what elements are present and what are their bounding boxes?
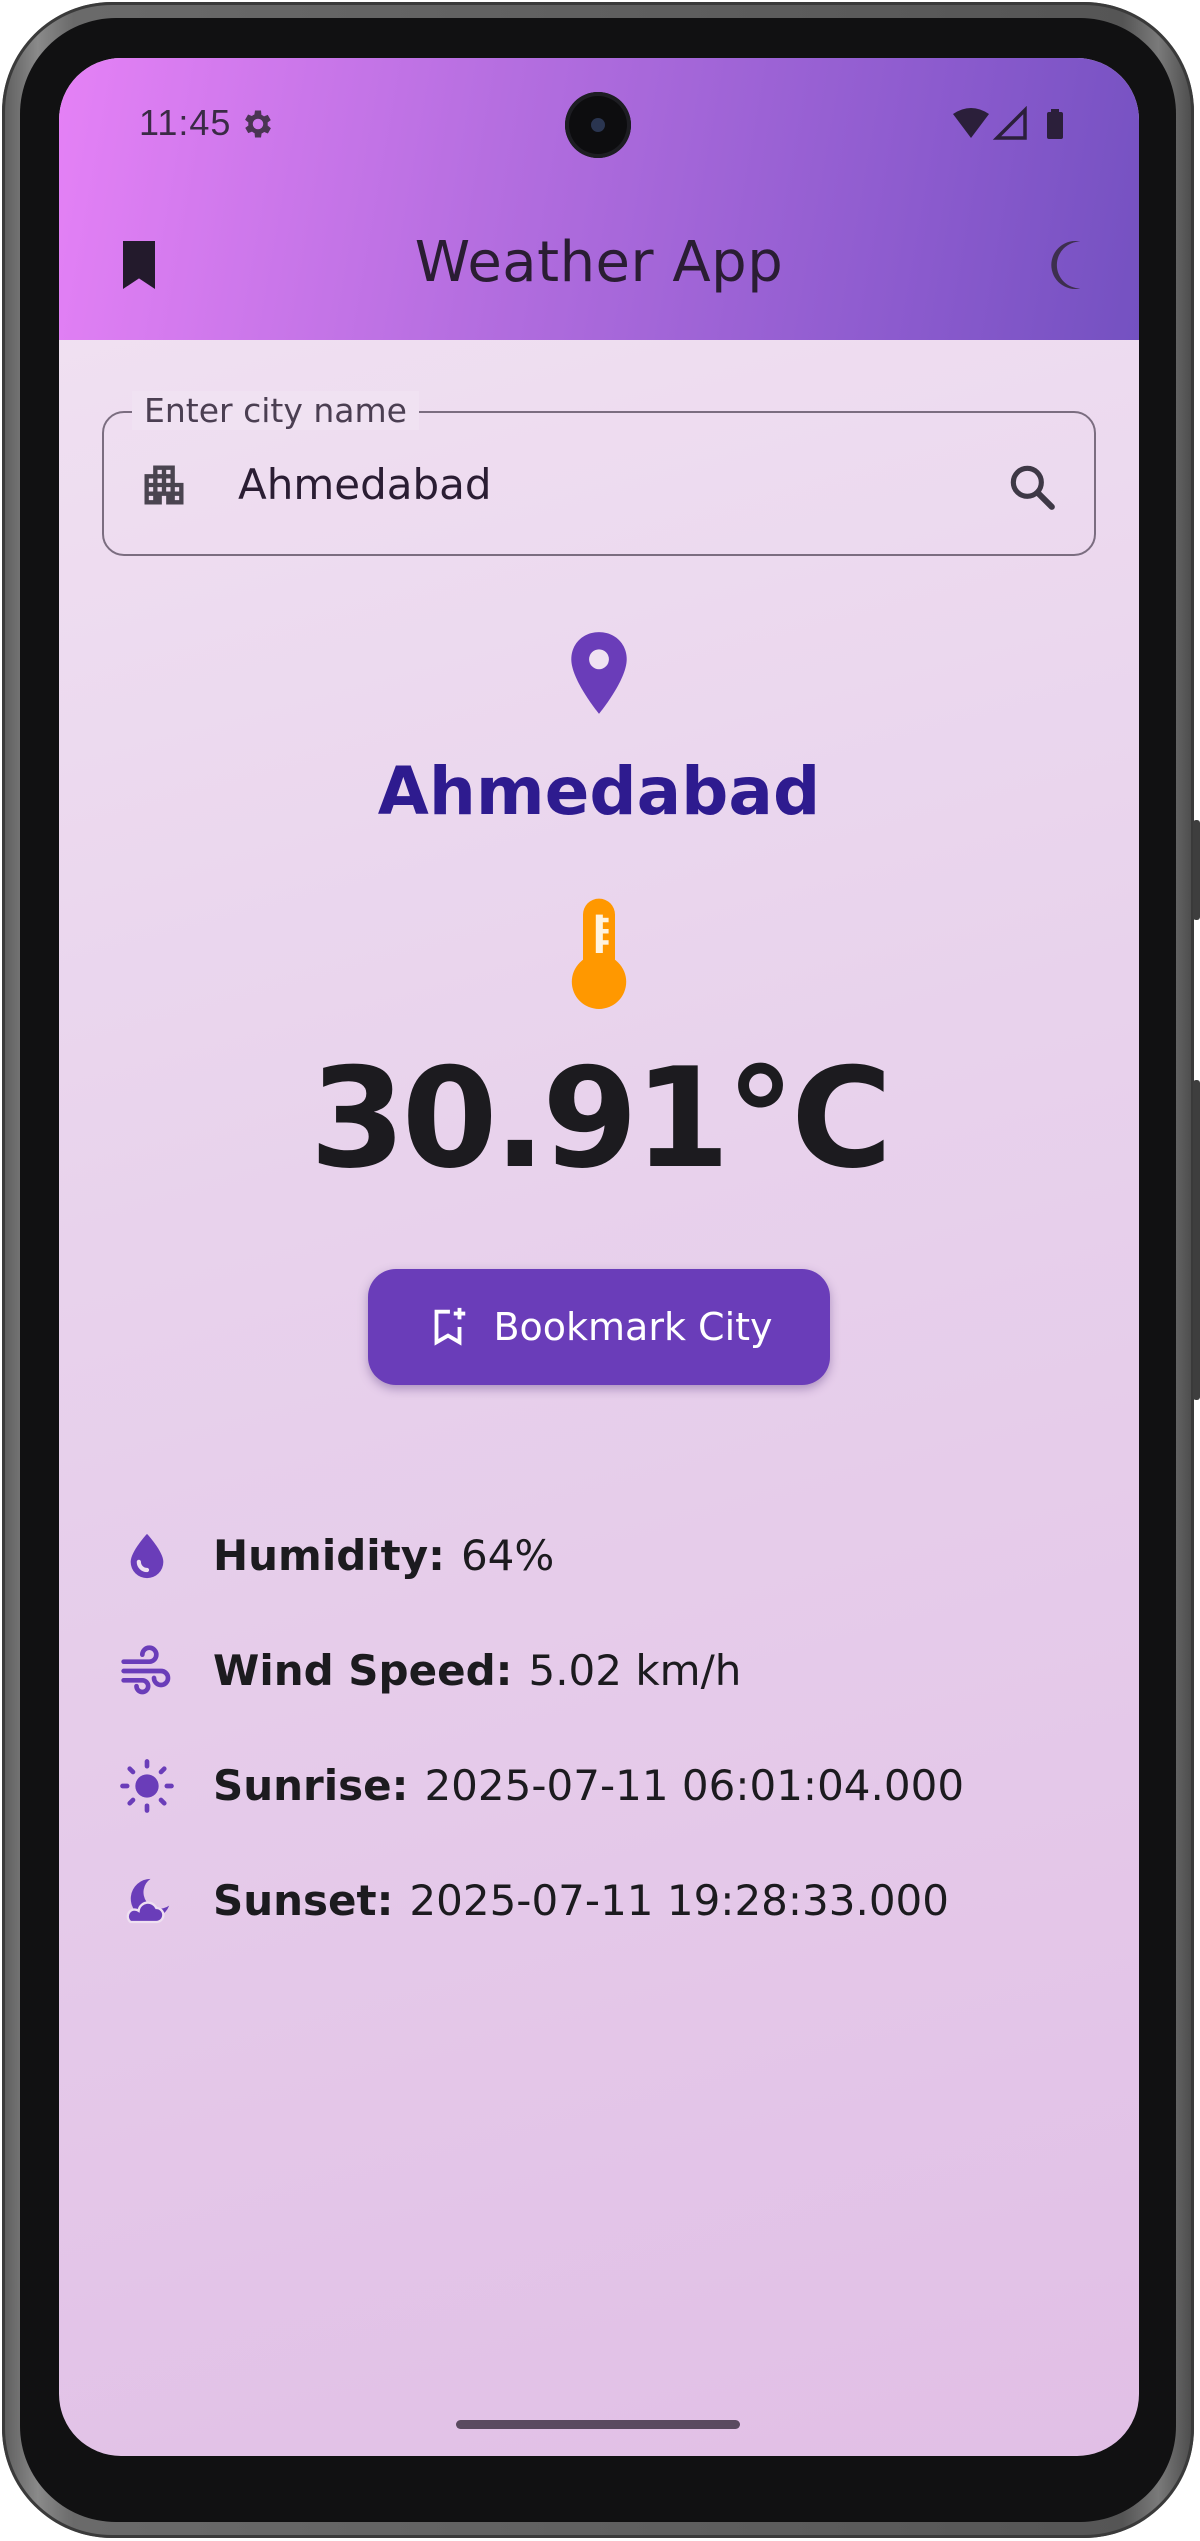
battery-icon: [1047, 112, 1063, 139]
front-camera: [565, 92, 631, 158]
app-bar: 11:45 Weather App: [59, 58, 1139, 340]
wind-icon: [121, 1644, 171, 1694]
search-icon: [1010, 465, 1055, 510]
status-icons: [953, 106, 1063, 140]
power-button: [1193, 820, 1200, 920]
status-time: 11:45: [139, 102, 232, 143]
humidity-value: 64%: [460, 1531, 555, 1580]
home-indicator[interactable]: [456, 2420, 740, 2429]
sunset-label: Sunset:: [213, 1876, 394, 1925]
wifi-icon: [953, 108, 989, 138]
sunrise-label: Sunrise:: [213, 1761, 409, 1810]
volume-button: [1193, 1080, 1200, 1400]
sunrise-value: 2025-07-11 06:01:04.000: [424, 1761, 965, 1810]
search-button[interactable]: [1004, 459, 1060, 515]
humidity-label: Humidity:: [213, 1531, 445, 1580]
city-search-field[interactable]: Enter city name: [102, 391, 1096, 556]
wind-speed-value: 5.02 km/h: [528, 1646, 742, 1695]
bookmark-city-label: Bookmark City: [493, 1305, 773, 1349]
moon-icon: [1051, 241, 1081, 289]
sun-icon: [120, 1758, 174, 1813]
city-search-input[interactable]: [238, 449, 928, 519]
city-name: Ahmedabad: [377, 753, 821, 830]
app-screen: 11:45 Weather App Enter city name Ahmeda…: [59, 58, 1139, 2456]
signal-icon: [992, 106, 1027, 140]
wind-speed-label: Wind Speed:: [213, 1646, 513, 1695]
wind-speed-row: Wind Speed: 5.02 km/h: [119, 1613, 1079, 1728]
sunrise-row: Sunrise: 2025-07-11 06:01:04.000: [119, 1728, 1079, 1843]
sunset-value: 2025-07-11 19:28:33.000: [409, 1876, 950, 1925]
thermometer-icon: [571, 898, 627, 1009]
search-label: Enter city name: [132, 391, 419, 430]
night-icon: [126, 1878, 170, 1923]
bookmark-add-icon: [435, 1307, 466, 1346]
temperature-value: 30.91°C: [309, 1038, 893, 1199]
weather-details: Humidity: 64% Wind Speed: 5.02 km/h Sunr…: [119, 1498, 1079, 1958]
sunset-row: Sunset: 2025-07-11 19:28:33.000: [119, 1843, 1079, 1958]
water-drop-icon: [130, 1533, 164, 1578]
theme-toggle-button[interactable]: [1039, 233, 1103, 297]
location-pin-icon: [571, 632, 627, 714]
humidity-row: Humidity: 64%: [119, 1498, 1079, 1613]
bookmark-city-button[interactable]: Bookmark City: [368, 1269, 830, 1385]
app-title: Weather App: [414, 230, 784, 295]
settings-icon: [245, 110, 271, 138]
apartment-icon: [144, 465, 184, 505]
